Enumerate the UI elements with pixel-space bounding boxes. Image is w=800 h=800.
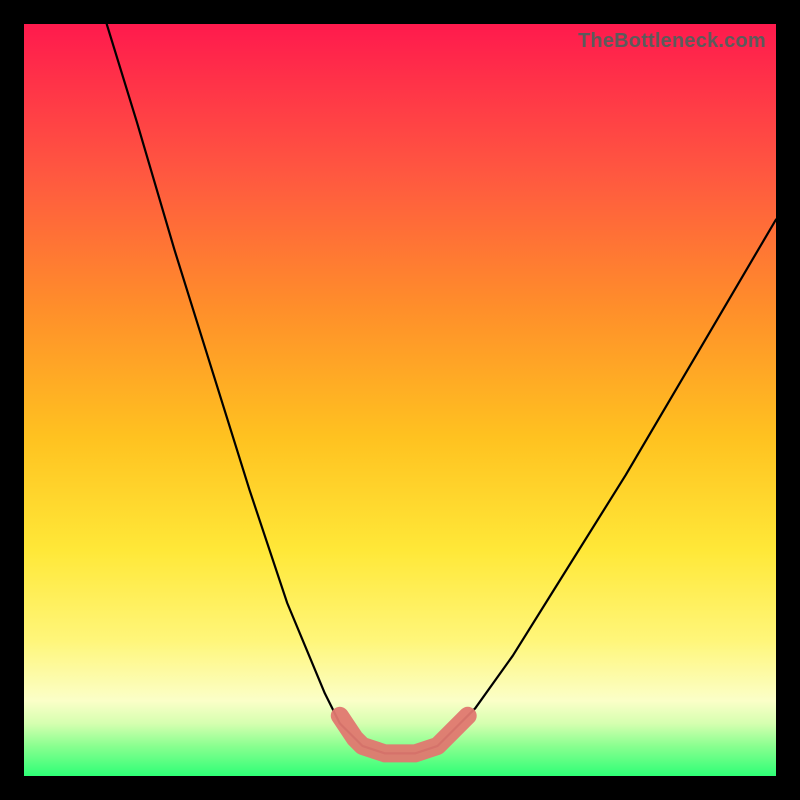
chart-frame: TheBottleneck.com	[0, 0, 800, 800]
bottleneck-curve	[107, 24, 776, 753]
plot-area: TheBottleneck.com	[24, 24, 776, 776]
watermark-text: TheBottleneck.com	[578, 30, 766, 53]
curve-layer	[24, 24, 776, 776]
valley-highlight-stroke	[340, 716, 468, 754]
